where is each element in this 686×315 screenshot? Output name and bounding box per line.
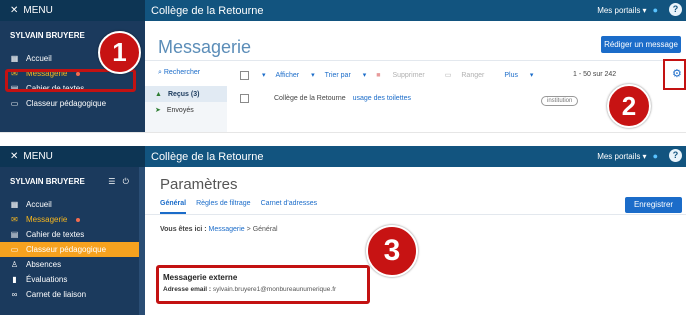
sidebar-scrollbar[interactable] [139, 167, 145, 315]
trash-icon: ■ [376, 71, 381, 79]
sidebar-item-accueil[interactable]: ▦ Accueil [0, 197, 145, 212]
chevron-down-icon[interactable]: ▾ [262, 71, 266, 79]
grid-icon: ▦ [10, 54, 19, 63]
tab-address-book[interactable]: Carnet d'adresses [261, 200, 318, 214]
folder-list: ▲ Reçus (3) ➤ Envoyés [145, 86, 227, 132]
sort-menu[interactable]: Trier par ▾ [325, 71, 367, 79]
user-name: SYLVAIN BRUYERE [10, 177, 85, 186]
help-icon[interactable]: ? [669, 3, 682, 16]
notebook-icon: ▤ [10, 230, 19, 239]
sidebar-item-carnet[interactable]: ∞ Carnet de liaison [0, 287, 145, 302]
sidebar-item-messagerie[interactable]: ✉ Messagerie [0, 212, 145, 227]
message-row[interactable]: Collège de la Retourne usage des toilett… [227, 90, 666, 106]
more-menu[interactable]: Plus ▾ [504, 71, 533, 79]
portals-menu[interactable]: Mes portails ▾ [597, 6, 646, 15]
page-title: Paramètres [160, 176, 238, 193]
sidebar-item-classeur[interactable]: ▭ Classeur pédagogique [0, 242, 145, 257]
close-icon: ✕ [10, 5, 19, 16]
archive-icon: ▭ [444, 72, 452, 79]
power-icon[interactable]: ⏻ [123, 177, 129, 186]
sidebar: SYLVAIN BRUYERE ☰ ⏻ ▦ Accueil ✉ Messager… [0, 167, 145, 315]
select-all-checkbox[interactable] [240, 70, 249, 80]
user-row: SYLVAIN BRUYERE ☰ ⏻ [0, 167, 145, 197]
menu-label: MENU [23, 5, 53, 16]
menu-toggle[interactable]: ✕ MENU [0, 146, 145, 167]
folder-sent[interactable]: ➤ Envoyés [145, 102, 227, 118]
link-icon: ∞ [11, 290, 18, 299]
message-checkbox[interactable] [240, 93, 249, 103]
callout-2: 2 [607, 84, 651, 128]
send-icon: ➤ [155, 107, 161, 114]
person-icon: ♙ [10, 260, 19, 269]
search-icon: ⌕ [158, 69, 162, 76]
mail-icon: ✉ [11, 215, 18, 224]
top-bar: ✕ MENU Collège de la Retourne Mes portai… [0, 146, 686, 167]
lightbulb-icon[interactable]: ● [653, 151, 658, 161]
menu-label: MENU [23, 151, 53, 162]
inbox-icon: ▲ [155, 90, 162, 98]
message-tag: institution [541, 96, 579, 106]
close-icon: ✕ [10, 151, 19, 162]
tab-general[interactable]: Général [160, 200, 187, 214]
tab-filter-rules[interactable]: Règles de filtrage [196, 200, 250, 214]
sidebar-item-absences[interactable]: ♙ Absences [0, 257, 145, 272]
delete-button[interactable]: ■ Supprimer [376, 72, 434, 79]
lightbulb-icon[interactable]: ● [653, 5, 658, 15]
folder-inbox[interactable]: ▲ Reçus (3) [145, 86, 227, 102]
screenshot-parametres: ✕ MENU Collège de la Retourne Mes portai… [0, 146, 686, 315]
file-button[interactable]: ▭ Ranger [445, 71, 495, 79]
search-link[interactable]: ⌕ Rechercher [158, 69, 200, 77]
divider [145, 60, 686, 61]
save-button[interactable]: Enregistrer [625, 197, 682, 213]
gear-icon[interactable]: ⚙ [672, 67, 682, 80]
display-menu[interactable]: Afficher ▾ [276, 71, 315, 79]
top-bar: ✕ MENU Collège de la Retourne Mes portai… [0, 0, 686, 21]
breadcrumb: Vous êtes ici : Messagerie > Général [160, 226, 278, 233]
college-name[interactable]: Collège de la Retourne [151, 5, 264, 17]
pagination-range: 1 - 50 sur 242 [573, 71, 617, 78]
sidebar-item-evaluations[interactable]: ▮ Évaluations [0, 272, 145, 287]
portals-menu[interactable]: Mes portails ▾ [597, 152, 646, 161]
page-title: Messagerie [158, 37, 252, 57]
highlight-external-mail [156, 265, 370, 304]
settings-tabs: Général Règles de filtrage Carnet d'adre… [160, 200, 317, 214]
settings-sliders-icon[interactable]: ☰ [108, 177, 115, 186]
folder-icon: ▭ [10, 99, 19, 108]
callout-3: 3 [366, 225, 418, 277]
unread-dot [76, 217, 81, 222]
menu-toggle[interactable]: ✕ MENU [0, 0, 145, 21]
folder-icon: ▭ [10, 245, 19, 254]
grid-icon: ▦ [10, 200, 19, 209]
message-sender: Collège de la Retourne [274, 94, 346, 102]
divider [145, 214, 686, 215]
screenshot-messagerie: ✕ MENU Collège de la Retourne Mes portai… [0, 0, 686, 133]
help-icon[interactable]: ? [669, 149, 682, 162]
bar-chart-icon: ▮ [12, 275, 17, 284]
callout-1: 1 [98, 31, 141, 74]
message-subject[interactable]: usage des toilettes [353, 95, 411, 102]
breadcrumb-link[interactable]: Messagerie [209, 226, 245, 233]
college-name[interactable]: Collège de la Retourne [151, 151, 264, 163]
sidebar-item-classeur[interactable]: ▭ Classeur pédagogique [0, 96, 145, 111]
compose-button[interactable]: Rédiger un message [601, 36, 681, 53]
sidebar-item-cahier[interactable]: ▤ Cahier de textes [0, 227, 145, 242]
